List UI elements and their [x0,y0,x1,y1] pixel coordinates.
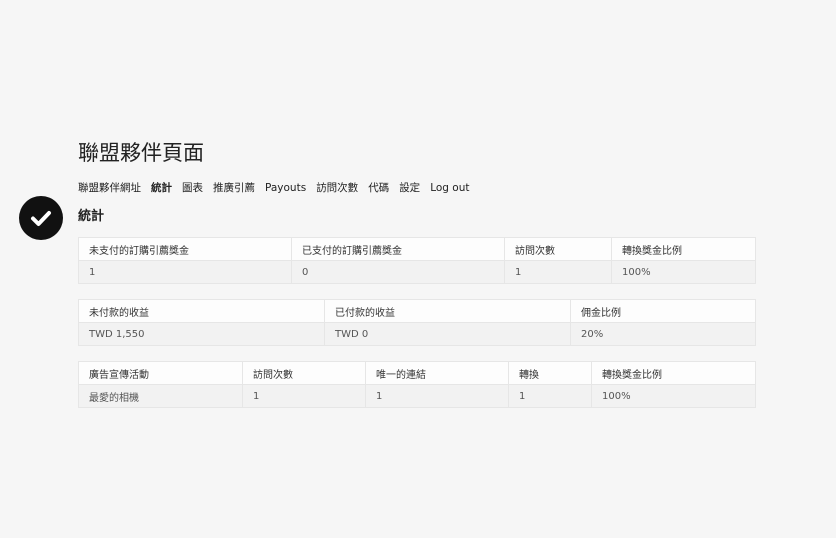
table-row: 最愛的相機 1 1 1 100% [78,384,756,408]
table-cell: 1 [508,384,592,408]
nav-item-affiliate-urls[interactable]: 聯盟夥伴網址 [78,181,141,195]
affiliate-nav: 聯盟夥伴網址 統計 圖表 推廣引薦 Payouts 訪問次數 代碼 設定 Log… [78,181,755,195]
column-header: 轉換獎金比例 [591,361,756,385]
nav-item-visits[interactable]: 訪問次數 [316,181,358,195]
column-header: 轉換獎金比例 [611,237,756,261]
nav-item-creatives[interactable]: 代碼 [368,181,389,195]
table-cell: TWD 0 [324,322,571,346]
section-title: 統計 [78,209,105,224]
column-header: 轉換 [508,361,592,385]
nav-item-graphs[interactable]: 圖表 [182,181,203,195]
nav-item-referrals[interactable]: 推廣引薦 [213,181,255,195]
column-header: 訪問次數 [504,237,612,261]
table-row: TWD 1,550 TWD 0 20% [78,322,756,346]
check-circle-icon [19,196,63,240]
campaigns-table: 廣告宣傳活動 訪問次數 唯一的連結 轉換 轉換獎金比例 最愛的相機 1 1 1 … [78,361,756,408]
column-header: 已支付的訂購引薦獎金 [291,237,505,261]
table-row: 1 0 1 100% [78,260,756,284]
table-cell: 0 [291,260,505,284]
column-header: 未付款的收益 [78,299,325,323]
table-cell: 20% [570,322,756,346]
referral-stats-table: 未支付的訂購引薦獎金 已支付的訂購引薦獎金 訪問次數 轉換獎金比例 1 0 1 … [78,237,756,284]
table-cell: 100% [591,384,756,408]
nav-item-logout[interactable]: Log out [430,181,469,195]
nav-item-stats[interactable]: 統計 [151,181,172,195]
table-cell: 1 [78,260,292,284]
table-header-row: 廣告宣傳活動 訪問次數 唯一的連結 轉換 轉換獎金比例 [78,361,756,385]
column-header: 未支付的訂購引薦獎金 [78,237,292,261]
table-header-row: 未付款的收益 已付款的收益 佣金比例 [78,299,756,323]
page-title: 聯盟夥伴頁面 [78,141,204,165]
earnings-table: 未付款的收益 已付款的收益 佣金比例 TWD 1,550 TWD 0 20% [78,299,756,346]
table-cell: 1 [365,384,509,408]
checkmark-icon [31,211,51,226]
nav-item-payouts[interactable]: Payouts [265,181,306,195]
table-cell: TWD 1,550 [78,322,325,346]
nav-item-settings[interactable]: 設定 [399,181,420,195]
column-header: 唯一的連結 [365,361,509,385]
column-header: 廣告宣傳活動 [78,361,243,385]
table-cell: 100% [611,260,756,284]
affiliate-page: 聯盟夥伴頁面 聯盟夥伴網址 統計 圖表 推廣引薦 Payouts 訪問次數 代碼… [0,0,836,538]
table-cell: 1 [242,384,366,408]
table-cell: 最愛的相機 [78,384,243,408]
main-content: 聯盟夥伴頁面 聯盟夥伴網址 統計 圖表 推廣引薦 Payouts 訪問次數 代碼… [78,140,756,408]
column-header: 訪問次數 [242,361,366,385]
column-header: 已付款的收益 [324,299,571,323]
table-header-row: 未支付的訂購引薦獎金 已支付的訂購引薦獎金 訪問次數 轉換獎金比例 [78,237,756,261]
table-cell: 1 [504,260,612,284]
column-header: 佣金比例 [570,299,756,323]
